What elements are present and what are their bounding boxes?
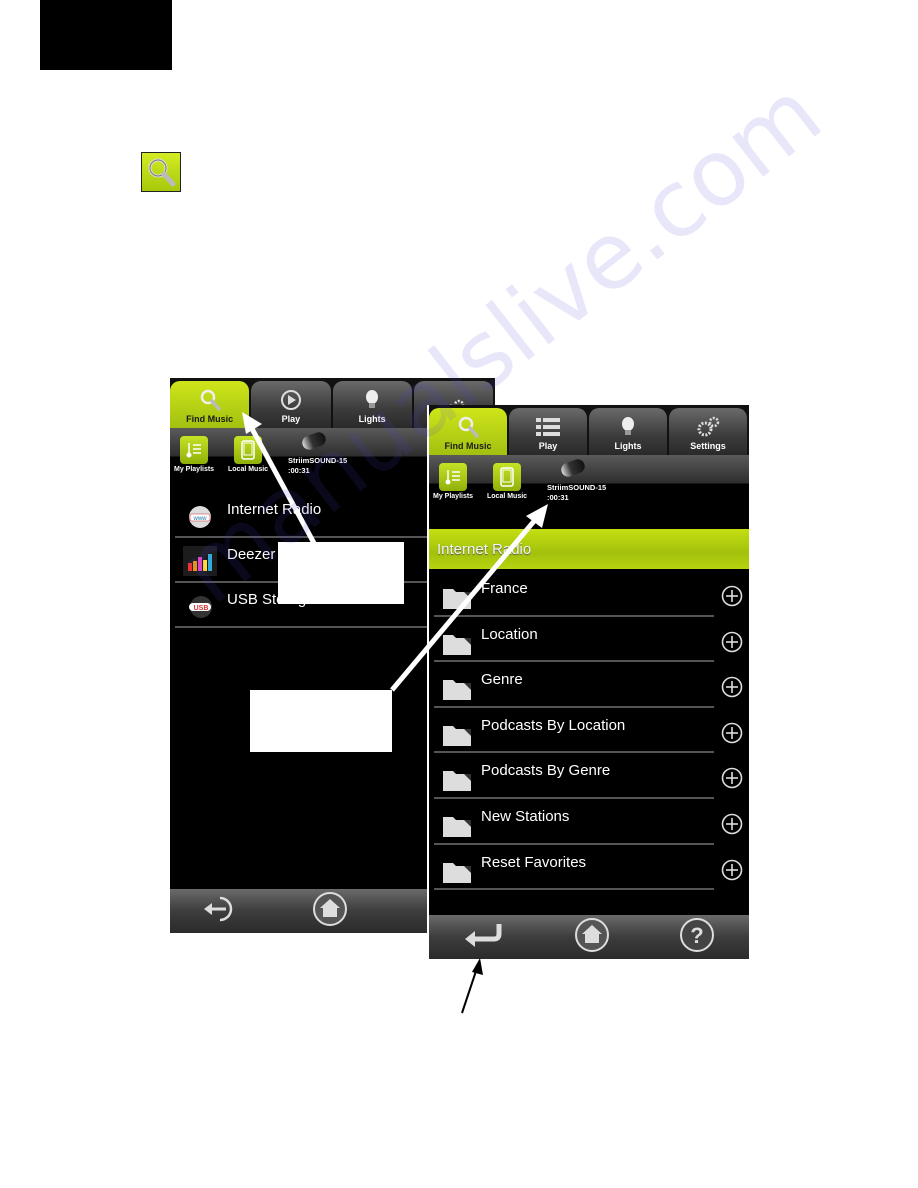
- menu-item-label: Deezer: [227, 546, 276, 563]
- folder-icon: [443, 680, 471, 701]
- right-screen: Find Music Play Lights Settings My Playl…: [427, 405, 749, 959]
- bottom-nav-bar: ?: [429, 915, 749, 959]
- folder-label: Location: [481, 625, 538, 643]
- tab-label: Play: [281, 414, 301, 424]
- home-button[interactable]: [312, 891, 348, 932]
- folder-item[interactable]: Reset Favorites: [434, 845, 749, 891]
- folder-label: Podcasts By Genre: [481, 762, 611, 780]
- folder-label: New Stations: [481, 807, 570, 825]
- folder-label: Podcasts By Location: [481, 716, 626, 734]
- speaker-device[interactable]: StriimSOUND-15 :00:31: [288, 430, 348, 476]
- section-header-block: [40, 0, 172, 70]
- tab-label: Find Music: [444, 441, 492, 451]
- folder-item[interactable]: Podcasts By Location: [434, 708, 749, 754]
- add-circle-icon[interactable]: [721, 813, 743, 835]
- tab-lights[interactable]: Lights: [332, 381, 412, 428]
- www-globe-icon: www: [189, 506, 211, 528]
- magnifier-icon: [458, 416, 479, 438]
- menu-item-label: Internet Radio: [227, 501, 322, 518]
- home-button[interactable]: [574, 917, 610, 958]
- find-music-badge: [141, 152, 181, 192]
- tab-bar: Find Music Play Lights Settings: [429, 405, 749, 455]
- folder-icon: [443, 589, 471, 609]
- add-circle-icon[interactable]: [721, 722, 743, 744]
- play-circle-icon: [280, 390, 301, 410]
- speaker-icon: [559, 457, 587, 479]
- folder-item[interactable]: France: [434, 571, 749, 617]
- folder-item[interactable]: Podcasts By Genre: [434, 753, 749, 799]
- back-icon: [204, 896, 233, 921]
- add-circle-icon[interactable]: [721, 631, 743, 653]
- home-icon: [313, 891, 347, 926]
- speaker-time: :00:31: [547, 493, 569, 502]
- add-circle-icon[interactable]: [721, 767, 743, 789]
- home-icon: [574, 917, 609, 952]
- source-my-playlists[interactable]: My Playlists: [174, 436, 214, 473]
- playlist-icon: [186, 443, 202, 458]
- list-icon: [536, 418, 560, 436]
- arrow-to-return-button: [461, 958, 483, 1014]
- folder-icon: [443, 725, 471, 746]
- tab-play[interactable]: Play: [509, 408, 587, 455]
- add-circle-icon[interactable]: [721, 585, 743, 607]
- magnifier-icon: [148, 158, 176, 187]
- tab-label: Lights: [358, 414, 386, 424]
- phone-icon: [241, 440, 255, 460]
- folder-icon: [443, 862, 471, 883]
- folder-list: France Location Genre Podcasts By Locati…: [434, 571, 749, 890]
- tab-play[interactable]: Play: [251, 381, 331, 428]
- magnifier-icon: [200, 389, 221, 411]
- tab-label: Play: [538, 441, 558, 451]
- svg-text:?: ?: [690, 923, 703, 948]
- return-button[interactable]: [463, 921, 505, 954]
- tab-label: Lights: [614, 441, 642, 451]
- callout-box: [250, 690, 392, 752]
- tab-label: Find Music: [186, 414, 234, 424]
- add-circle-icon[interactable]: [721, 859, 743, 881]
- source-local-music[interactable]: Local Music: [228, 436, 268, 473]
- return-icon: [465, 923, 502, 947]
- callout-box: [278, 542, 404, 604]
- tab-label: Settings: [690, 441, 726, 451]
- svg-text:USB: USB: [194, 605, 209, 612]
- tab-find-music[interactable]: Find Music: [429, 408, 507, 455]
- folder-label: Genre: [481, 671, 523, 689]
- folder-icon: [443, 771, 471, 792]
- folder-label: France: [481, 580, 528, 597]
- deezer-equalizer-icon: [188, 554, 212, 571]
- lightbulb-icon: [622, 417, 634, 435]
- lightbulb-icon: [366, 390, 379, 408]
- tab-settings[interactable]: Settings: [669, 408, 747, 455]
- speaker-icon: [300, 430, 328, 452]
- phone-icon: [500, 467, 514, 487]
- speaker-name: StriimSOUND-15: [288, 456, 348, 465]
- gears-icon: [697, 416, 720, 437]
- folder-item[interactable]: Genre: [434, 662, 749, 708]
- speaker-device[interactable]: StriimSOUND-15 :00:31: [547, 457, 607, 503]
- help-icon: ?: [679, 917, 714, 952]
- usb-icon: USB: [189, 596, 212, 618]
- source-label: My Playlists: [174, 466, 215, 473]
- svg-text:www: www: [193, 516, 208, 522]
- speaker-time: :00:31: [288, 466, 310, 475]
- folder-item[interactable]: Location: [434, 617, 749, 663]
- speaker-name: StriimSOUND-15: [547, 483, 607, 492]
- folder-item[interactable]: New Stations: [434, 799, 749, 845]
- tab-find-music[interactable]: Find Music: [170, 381, 250, 428]
- playlist-icon: [445, 470, 461, 485]
- source-label: My Playlists: [433, 493, 474, 500]
- help-button[interactable]: ?: [679, 917, 715, 958]
- tab-lights[interactable]: Lights: [589, 408, 667, 455]
- section-title: Internet Radio: [429, 529, 749, 569]
- source-my-playlists[interactable]: My Playlists: [433, 463, 473, 500]
- back-button[interactable]: [202, 893, 242, 930]
- source-label: Local Music: [487, 493, 528, 500]
- source-local-music[interactable]: Local Music: [487, 463, 527, 500]
- source-bar: My Playlists Local Music StriimSOUND-15 …: [429, 455, 749, 517]
- folder-label: Reset Favorites: [481, 853, 587, 871]
- add-circle-icon[interactable]: [721, 676, 743, 698]
- folder-icon: [443, 634, 471, 655]
- folder-icon: [443, 816, 471, 837]
- source-label: Local Music: [228, 466, 269, 473]
